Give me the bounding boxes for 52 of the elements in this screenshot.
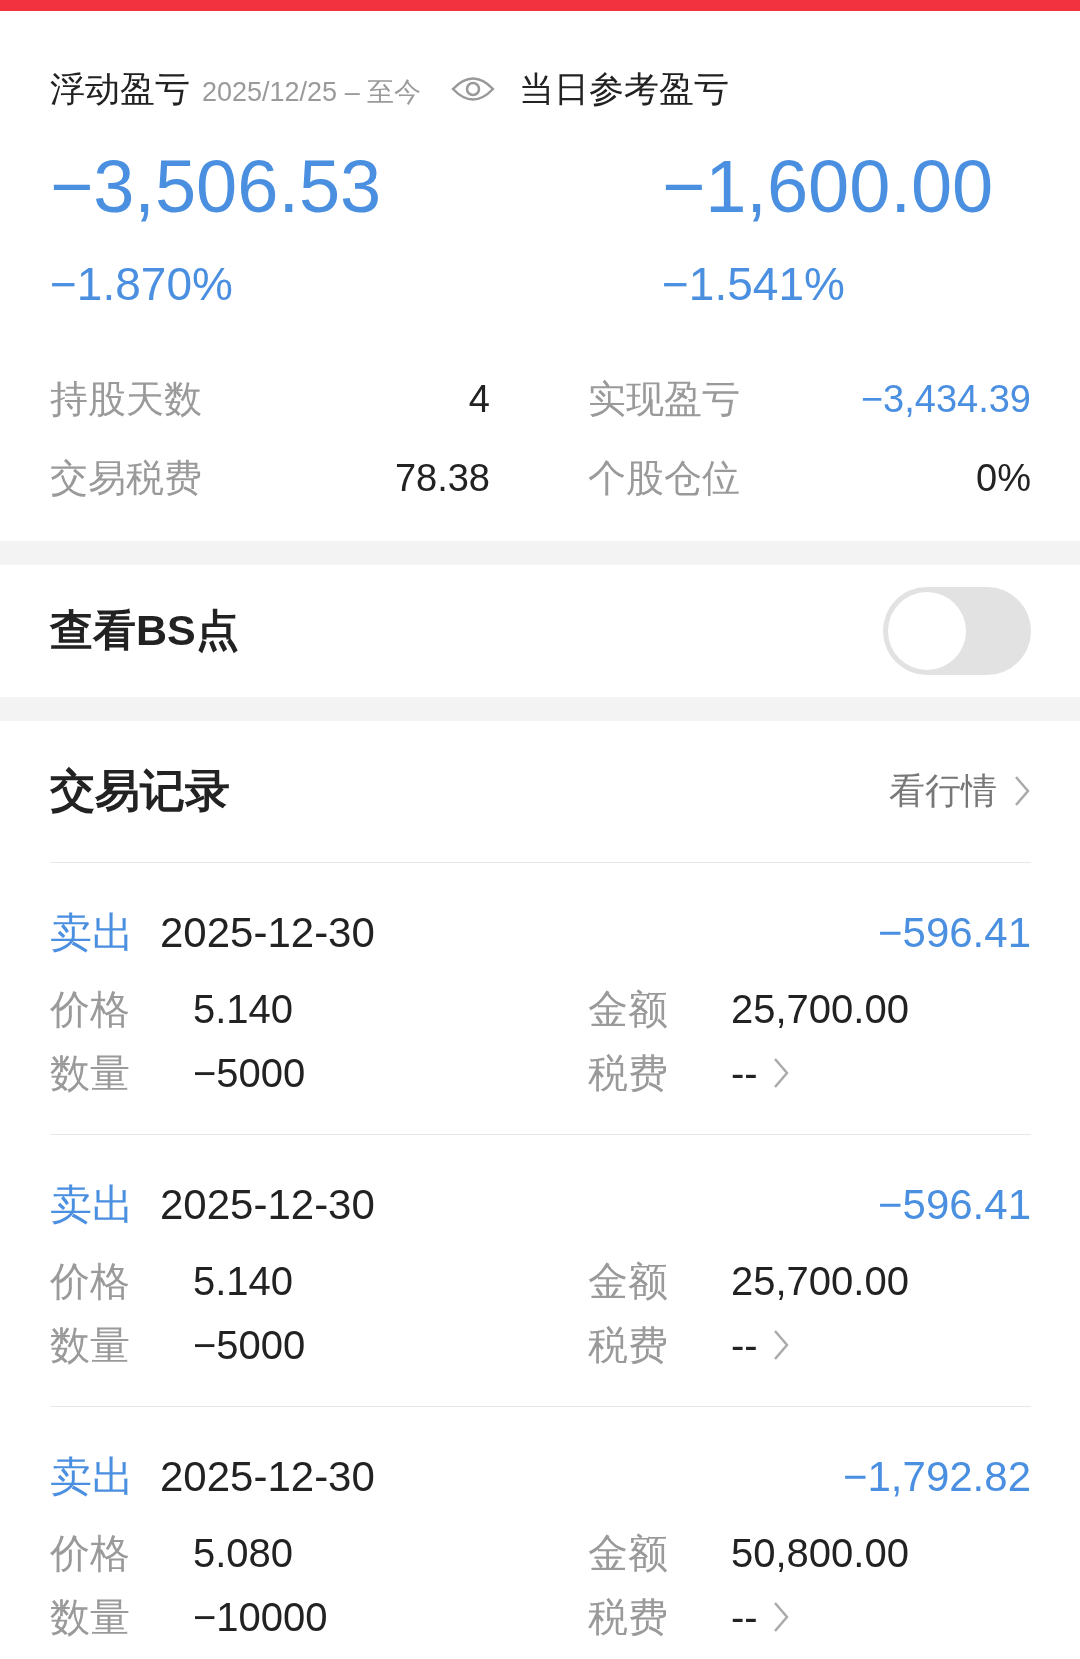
field-label: 税费 <box>588 1593 669 1641</box>
field-label: 价格 <box>50 1257 131 1305</box>
trade-date: 2025-12-30 <box>160 1179 375 1230</box>
trade-pnl: −596.41 <box>878 907 1031 958</box>
trade-pnl: −596.41 <box>878 1179 1031 1230</box>
field-label: 金额 <box>588 1529 669 1577</box>
field-label: 价格 <box>50 1529 131 1577</box>
stat-label: 交易税费 <box>50 455 202 501</box>
field-label: 数量 <box>50 1049 131 1097</box>
field-value: 5.140 <box>193 985 294 1033</box>
period-text: 2025/12/25 – 至今 <box>202 76 422 109</box>
field-label: 税费 <box>588 1049 669 1097</box>
floating-pnl-percent: −1.870% <box>50 256 234 312</box>
stat-label: 个股仓位 <box>588 455 740 501</box>
stat-value: 4 <box>468 376 490 422</box>
chevron-icon <box>1013 774 1031 808</box>
stat-label: 实现盈亏 <box>588 376 740 422</box>
field-value: −5000 <box>193 1321 306 1369</box>
field-label: 税费 <box>588 1321 669 1369</box>
fee-link[interactable]: -- <box>731 1314 758 1375</box>
section-title: 交易记录 <box>50 764 230 819</box>
field-value: 5.140 <box>193 1257 294 1305</box>
trade-side: 卖出 <box>50 907 134 958</box>
trade-date: 2025-12-30 <box>160 907 375 958</box>
field-label: 金额 <box>588 985 669 1033</box>
field-value: −10000 <box>193 1593 328 1641</box>
daily-pnl-value: −1,600.00 <box>662 149 994 224</box>
trade-pnl: −1,792.82 <box>843 1451 1031 1502</box>
field-value: 5.080 <box>193 1529 294 1577</box>
daily-pnl-percent: −1.541% <box>662 256 846 312</box>
stat-value: −3,434.39 <box>860 376 1031 422</box>
fee-link[interactable]: -- <box>731 1586 758 1647</box>
stat-value: 78.38 <box>394 455 490 501</box>
floating-pnl-label: 浮动盈亏 <box>50 68 190 110</box>
market-link[interactable]: 看行情 <box>889 764 997 818</box>
stat-label: 持股天数 <box>50 376 202 422</box>
toggle-label: 查看BS点 <box>50 605 239 657</box>
field-label: 价格 <box>50 985 131 1033</box>
trade-side: 卖出 <box>50 1179 134 1230</box>
stat-value: 0% <box>976 455 1031 501</box>
trade-side: 卖出 <box>50 1451 134 1502</box>
fee-link[interactable]: -- <box>731 1042 758 1103</box>
field-label: 数量 <box>50 1321 131 1369</box>
field-value: 25,700.00 <box>731 1257 909 1305</box>
daily-pnl-label: 当日参考盈亏 <box>519 68 730 110</box>
field-label: 金额 <box>588 1257 669 1305</box>
field-label: 数量 <box>50 1593 131 1641</box>
floating-pnl-value: −3,506.53 <box>50 149 383 224</box>
field-value: −5000 <box>193 1049 306 1097</box>
field-value: 25,700.00 <box>731 985 909 1033</box>
field-value: 50,800.00 <box>731 1529 909 1577</box>
trade-date: 2025-12-30 <box>160 1451 375 1502</box>
